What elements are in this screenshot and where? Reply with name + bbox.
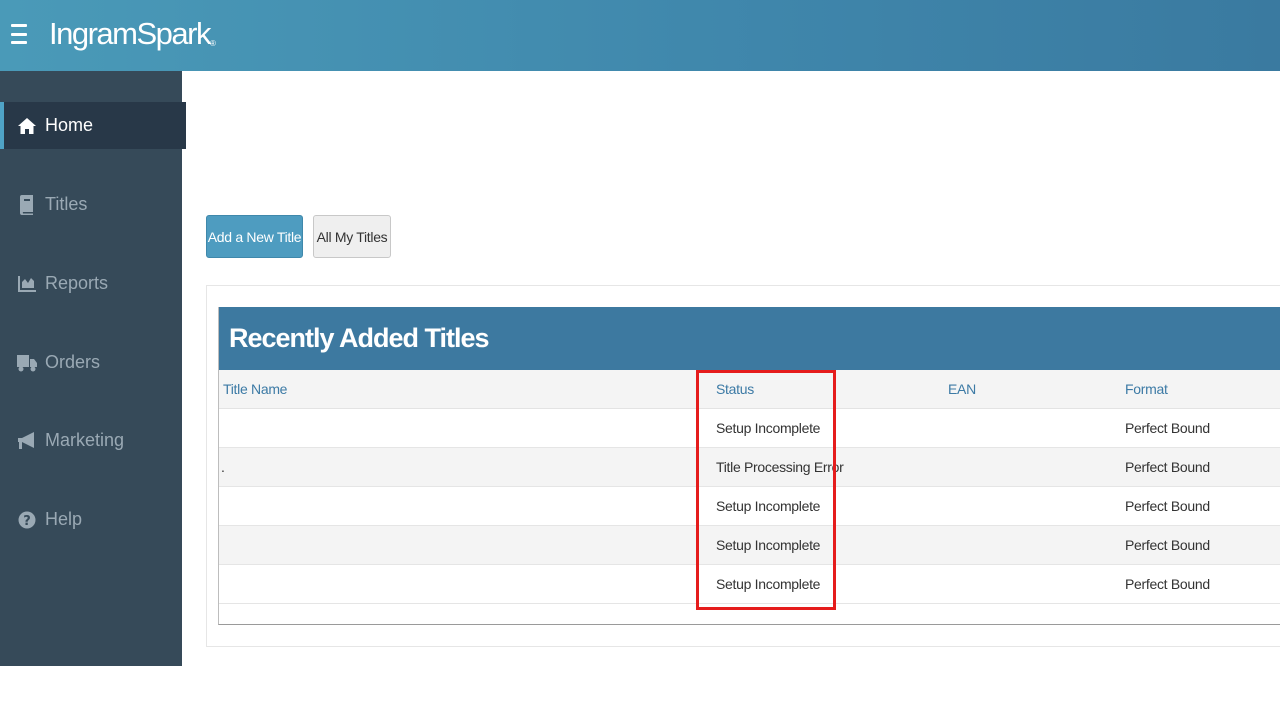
all-my-titles-button[interactable]: All My Titles: [313, 215, 391, 258]
cell-format: Perfect Bound: [1125, 576, 1210, 592]
sidebar-item-label: Home: [45, 115, 94, 135]
sidebar-item-label: Reports: [45, 273, 109, 293]
cell-format: Perfect Bound: [1125, 498, 1210, 514]
cell-format: Perfect Bound: [1125, 459, 1210, 475]
table-row[interactable]: . Title Processing Error Perfect Bound: [219, 448, 1280, 487]
registered-mark: ®: [209, 39, 216, 48]
table-title: Recently Added Titles: [219, 307, 1280, 370]
truck-icon: [17, 352, 37, 374]
question-icon: ?: [17, 509, 37, 531]
svg-text:?: ?: [23, 514, 31, 529]
top-bar: IngramSpark®: [0, 0, 1280, 71]
cell-status: Setup Incomplete: [716, 498, 821, 514]
recent-titles-table: Recently Added Titles Title Name Status …: [218, 307, 1280, 625]
cell-status: Title Processing Error: [716, 459, 844, 475]
sidebar-item-orders[interactable]: Orders: [0, 339, 182, 386]
sidebar-item-titles[interactable]: Titles: [0, 181, 182, 228]
sidebar-item-reports[interactable]: Reports: [0, 260, 182, 307]
home-icon: [17, 115, 37, 137]
sidebar-item-label: Orders: [45, 352, 101, 372]
menu-icon[interactable]: [11, 24, 27, 44]
sidebar-item-label: Marketing: [45, 430, 125, 450]
megaphone-icon: [17, 430, 37, 452]
cell-status: Setup Incomplete: [716, 576, 821, 592]
table-row[interactable]: Setup Incomplete Perfect Bound: [219, 409, 1280, 448]
sidebar-item-help[interactable]: ? Help: [0, 496, 182, 543]
brand-name: IngramSpark: [49, 16, 211, 51]
sidebar-item-label: Titles: [45, 194, 88, 214]
cell-format: Perfect Bound: [1125, 420, 1210, 436]
column-title-name[interactable]: Title Name: [223, 370, 287, 409]
cell-status: Setup Incomplete: [716, 420, 821, 436]
sidebar-item-marketing[interactable]: Marketing: [0, 417, 182, 464]
sidebar: Home Titles Reports Orders Marketing ? H…: [0, 71, 186, 666]
table-row[interactable]: Setup Incomplete Perfect Bound: [219, 565, 1280, 604]
table-header-row: Title Name Status EAN Format: [219, 370, 1280, 409]
column-ean[interactable]: EAN: [948, 370, 976, 409]
book-icon: [17, 194, 37, 216]
chart-icon: [17, 273, 37, 295]
cell-title[interactable]: .: [221, 448, 225, 487]
brand-logo[interactable]: IngramSpark®: [49, 14, 216, 54]
table-row[interactable]: Setup Incomplete Perfect Bound: [219, 526, 1280, 565]
add-new-title-button[interactable]: Add a New Title: [206, 215, 303, 258]
column-format[interactable]: Format: [1125, 370, 1168, 409]
cell-status: Setup Incomplete: [716, 537, 821, 553]
sidebar-item-label: Help: [45, 509, 83, 529]
sidebar-item-home[interactable]: Home: [0, 102, 186, 149]
cell-format: Perfect Bound: [1125, 537, 1210, 553]
column-status[interactable]: Status: [716, 370, 754, 409]
table-row[interactable]: Setup Incomplete Perfect Bound: [219, 487, 1280, 526]
